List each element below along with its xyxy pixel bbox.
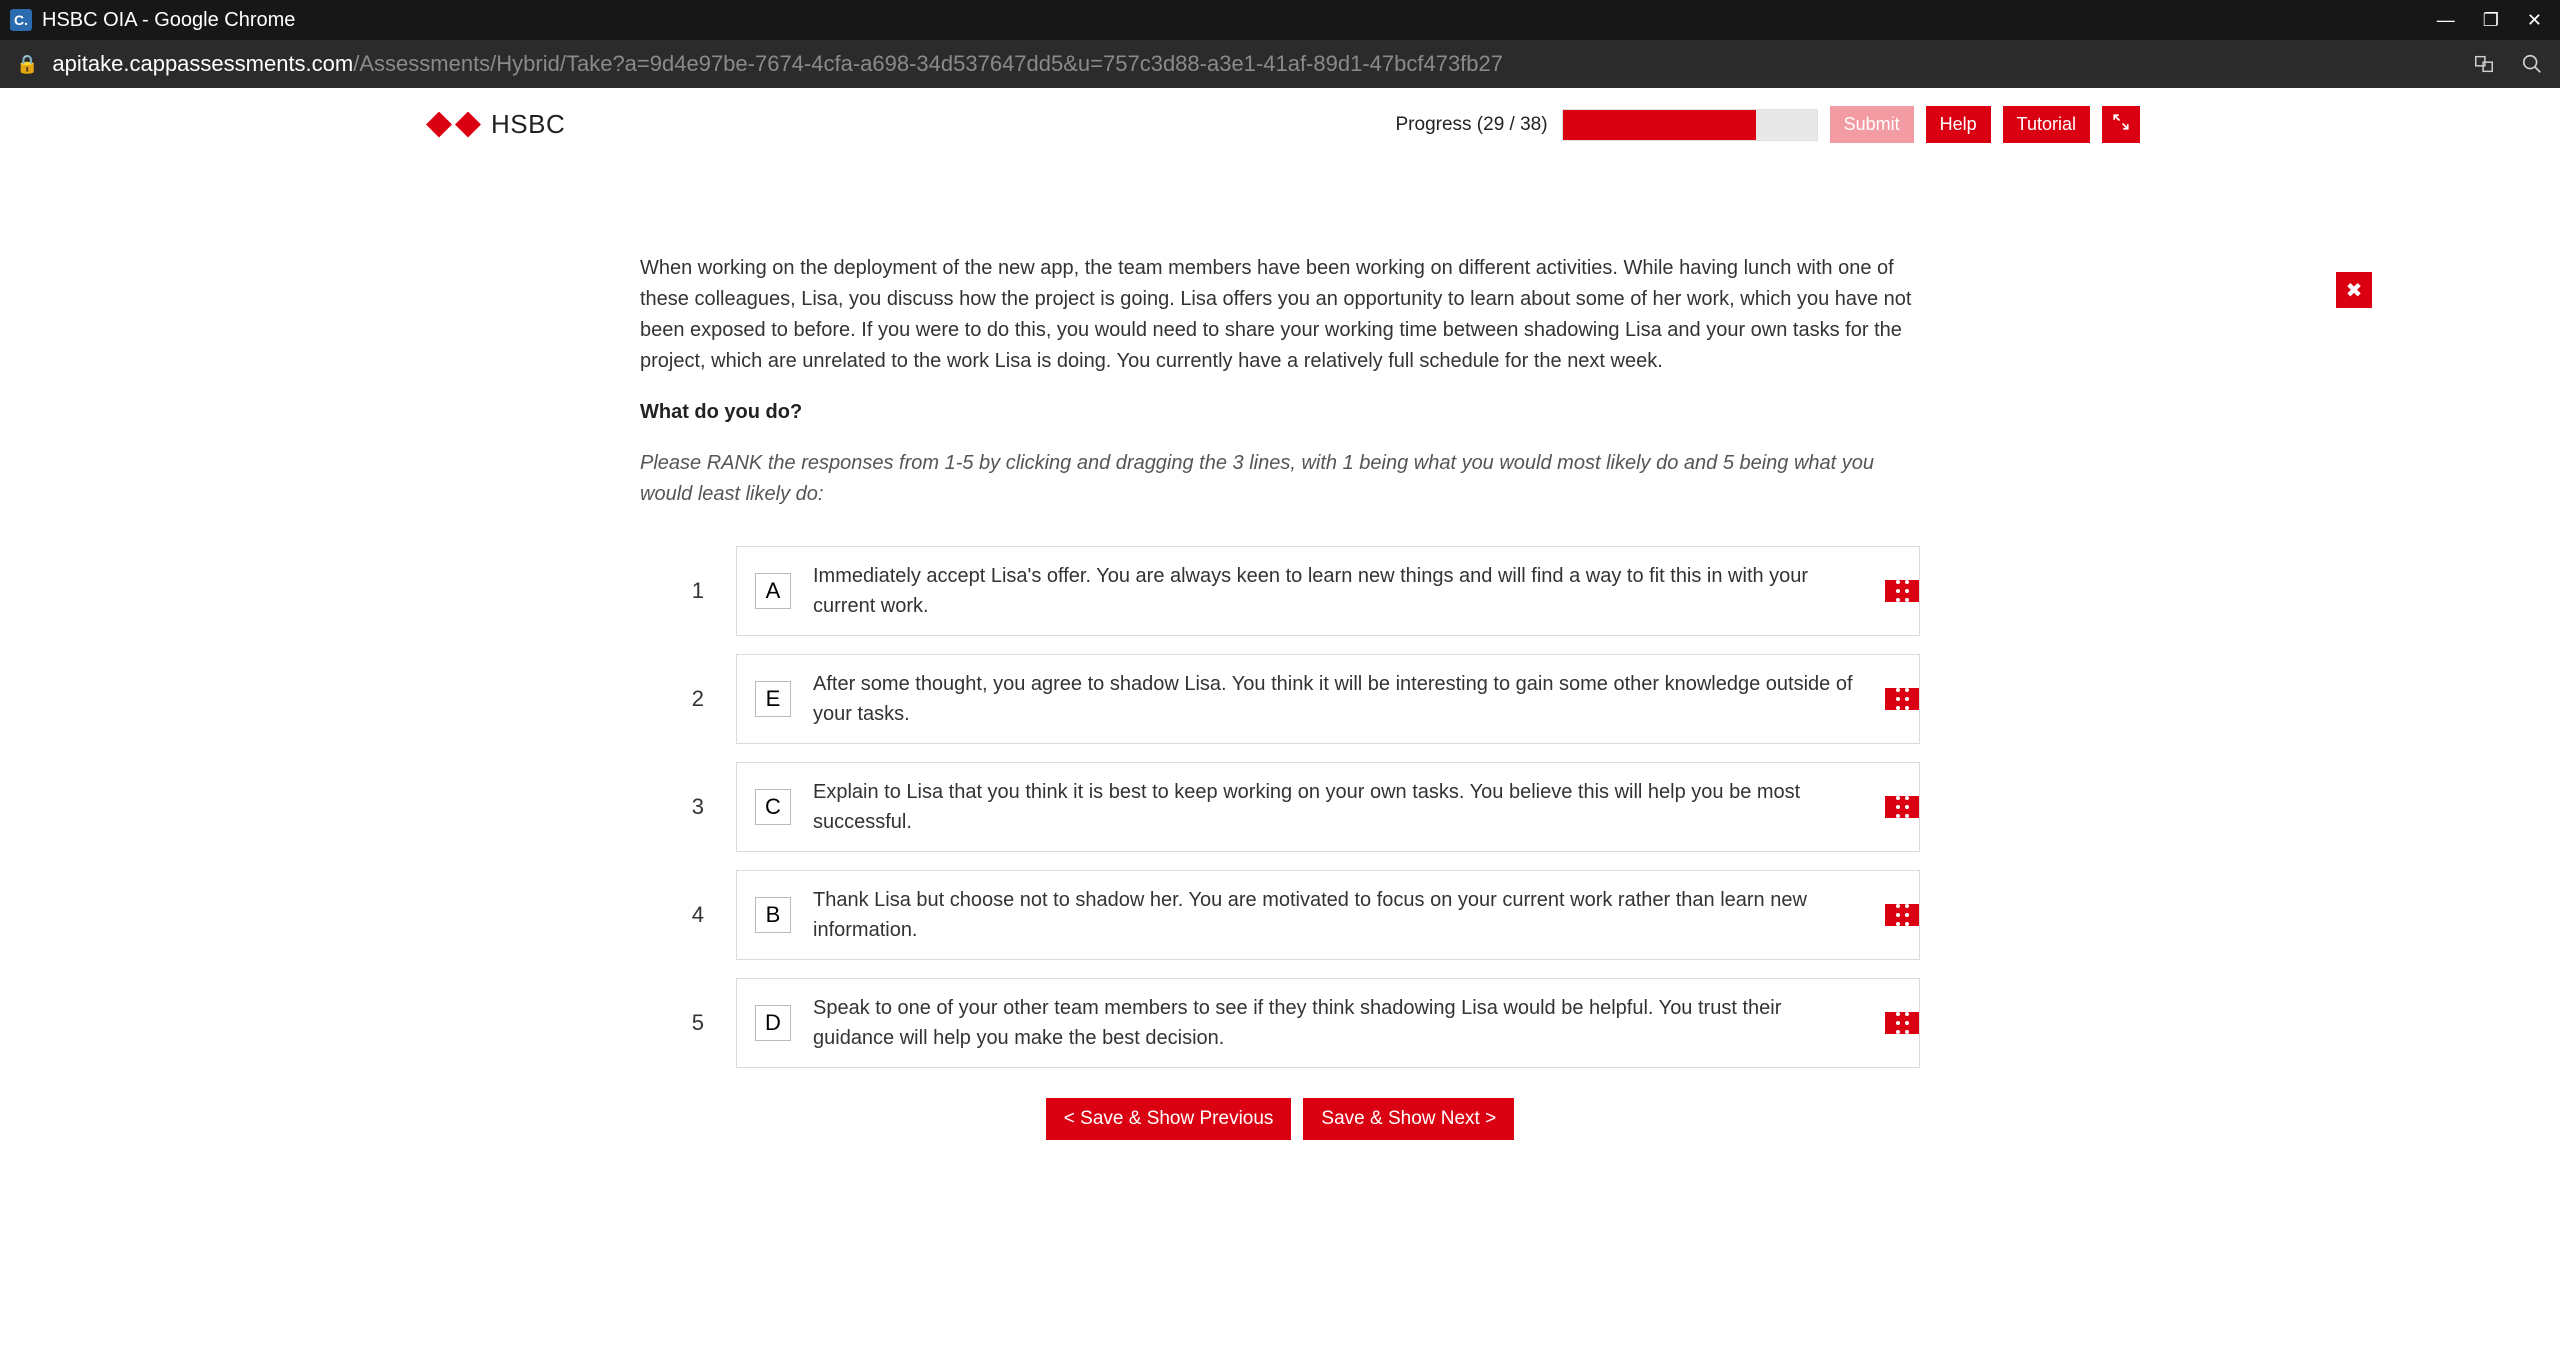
option-letter: C (755, 789, 791, 825)
drag-handle[interactable] (1885, 688, 1919, 710)
option-row: 4 B Thank Lisa but choose not to shadow … (640, 870, 1920, 960)
url-host: apitake.cappassessments.com (52, 51, 353, 76)
browser-addressbar: 🔒 apitake.cappassessments.com/Assessment… (0, 40, 2560, 88)
hsbc-logo: HSBC (420, 109, 565, 140)
rank-number: 3 (640, 762, 710, 852)
logo-hex-icon (426, 112, 481, 138)
drag-handle[interactable] (1885, 1012, 1919, 1034)
window-titlebar: C. HSBC OIA - Google Chrome ― ❐ ✕ (0, 0, 2560, 40)
option-card[interactable]: B Thank Lisa but choose not to shadow he… (736, 870, 1920, 960)
close-window-icon[interactable]: ✕ (2527, 10, 2542, 31)
rank-number: 1 (640, 546, 710, 636)
options-list: 1 A Immediately accept Lisa's offer. You… (640, 546, 1920, 1068)
option-row: 1 A Immediately accept Lisa's offer. You… (640, 546, 1920, 636)
option-letter: E (755, 681, 791, 717)
help-button[interactable]: Help (1926, 106, 1991, 143)
zoom-icon[interactable] (2520, 52, 2544, 76)
progress-label: Progress (29 / 38) (1396, 114, 1548, 136)
drag-icon (1896, 1012, 1909, 1034)
option-letter: B (755, 897, 791, 933)
progress-bar (1562, 109, 1818, 141)
rank-number: 5 (640, 978, 710, 1068)
drag-icon (1896, 580, 1909, 602)
progress-fill (1563, 110, 1756, 140)
maximize-icon[interactable]: ❐ (2483, 10, 2499, 31)
option-text: Explain to Lisa that you think it is bes… (813, 777, 1867, 837)
close-icon: ✖ (2346, 278, 2363, 303)
option-card[interactable]: A Immediately accept Lisa's offer. You a… (736, 546, 1920, 636)
window-controls: ― ❐ ✕ (2437, 10, 2550, 31)
option-letter: A (755, 573, 791, 609)
option-text: After some thought, you agree to shadow … (813, 669, 1867, 729)
next-button[interactable]: Save & Show Next > (1303, 1098, 1514, 1140)
drag-handle[interactable] (1885, 580, 1919, 602)
logo-text: HSBC (491, 109, 565, 140)
window-title: HSBC OIA - Google Chrome (42, 9, 295, 32)
tutorial-button[interactable]: Tutorial (2003, 106, 2090, 143)
prev-button[interactable]: < Save & Show Previous (1046, 1098, 1292, 1140)
url-display[interactable]: apitake.cappassessments.com/Assessments/… (52, 51, 1503, 77)
minimize-icon[interactable]: ― (2437, 10, 2455, 31)
drag-handle[interactable] (1885, 796, 1919, 818)
drag-icon (1896, 796, 1909, 818)
tab-favicon: C. (10, 9, 32, 31)
translate-icon[interactable] (2472, 52, 2496, 76)
option-row: 3 C Explain to Lisa that you think it is… (640, 762, 1920, 852)
nav-buttons: < Save & Show Previous Save & Show Next … (640, 1098, 1920, 1140)
option-letter: D (755, 1005, 791, 1041)
drag-icon (1896, 688, 1909, 710)
question-content: When working on the deployment of the ne… (630, 253, 1930, 1200)
rank-number: 2 (640, 654, 710, 744)
submit-button[interactable]: Submit (1830, 106, 1914, 143)
rank-number: 4 (640, 870, 710, 960)
header-right: Progress (29 / 38) Submit Help Tutorial (1396, 106, 2141, 143)
ranking-instructions: Please RANK the responses from 1-5 by cl… (640, 448, 1920, 510)
option-row: 2 E After some thought, you agree to sha… (640, 654, 1920, 744)
drag-handle[interactable] (1885, 904, 1919, 926)
assessment-page: HSBC Progress (29 / 38) Submit Help Tuto… (0, 88, 2560, 1356)
lock-icon[interactable]: 🔒 (16, 54, 38, 75)
drag-icon (1896, 904, 1909, 926)
option-row: 5 D Speak to one of your other team memb… (640, 978, 1920, 1068)
option-card[interactable]: C Explain to Lisa that you think it is b… (736, 762, 1920, 852)
close-panel-button[interactable]: ✖ (2336, 272, 2372, 308)
option-card[interactable]: E After some thought, you agree to shado… (736, 654, 1920, 744)
question-prompt: What do you do? (640, 401, 1920, 424)
url-path: /Assessments/Hybrid/Take?a=9d4e97be-7674… (353, 51, 1503, 76)
scenario-text: When working on the deployment of the ne… (640, 253, 1920, 377)
option-card[interactable]: D Speak to one of your other team member… (736, 978, 1920, 1068)
option-text: Speak to one of your other team members … (813, 993, 1867, 1053)
page-header: HSBC Progress (29 / 38) Submit Help Tuto… (420, 88, 2140, 143)
option-text: Immediately accept Lisa's offer. You are… (813, 561, 1867, 621)
option-text: Thank Lisa but choose not to shadow her.… (813, 885, 1867, 945)
fullscreen-button[interactable] (2102, 106, 2140, 143)
